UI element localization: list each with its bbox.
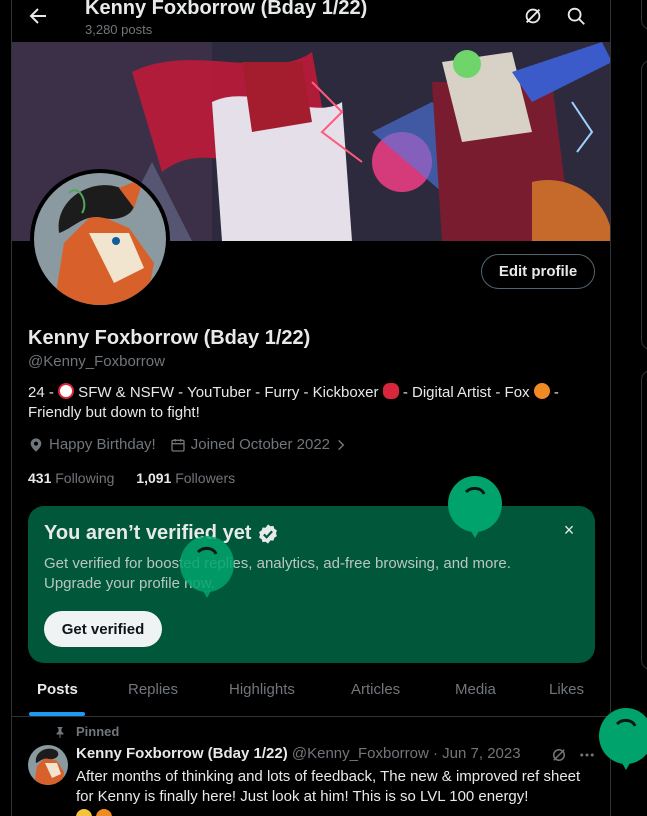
post-body: After months of thinking and lots of fee… — [76, 768, 581, 805]
tab-highlights[interactable]: Highlights — [229, 681, 295, 698]
handle: @Kenny_Foxborrow — [28, 353, 165, 370]
pin-icon — [56, 726, 64, 738]
post-header: Kenny Foxborrow (Bday 1/22) @Kenny_Foxbo… — [76, 745, 521, 762]
more-icon[interactable] — [578, 746, 596, 764]
birthday-balloon-icon — [180, 536, 234, 598]
bio-text-1: 24 - — [28, 384, 59, 401]
location-item: Happy Birthday! — [28, 436, 156, 453]
calendar-icon — [171, 438, 185, 452]
joined-text: Joined October 2022 — [190, 436, 330, 453]
followers-link[interactable]: 1,091 Followers — [136, 470, 235, 486]
grok-icon[interactable] — [550, 746, 568, 764]
followers-label: Followers — [175, 470, 236, 486]
profile-avatar[interactable] — [30, 169, 170, 309]
header-title: Kenny Foxborrow (Bday 1/22) — [85, 0, 368, 19]
sidebar-box-bottom — [641, 370, 647, 670]
tab-likes[interactable]: Likes — [549, 681, 584, 698]
location-text: Happy Birthday! — [49, 436, 156, 453]
boxing-glove-emoji-icon — [382, 383, 399, 399]
tab-articles[interactable]: Articles — [351, 681, 400, 698]
joined-item[interactable]: Joined October 2022 — [170, 436, 353, 453]
following-label: Following — [55, 470, 115, 486]
avatar-image — [34, 173, 166, 305]
post-text: After months of thinking and lots of fee… — [76, 767, 596, 816]
following-count: 431 — [28, 470, 52, 486]
search-icon[interactable] — [565, 5, 587, 27]
post-count: 3,280 posts — [85, 22, 153, 37]
smile-emoji-icon — [76, 809, 92, 816]
get-verified-button[interactable]: Get verified — [44, 611, 162, 647]
top-bar: Kenny Foxborrow (Bday 1/22) 3,280 posts — [12, 0, 610, 42]
profile-column: Kenny Foxborrow (Bday 1/22) 3,280 posts — [11, 0, 611, 816]
following-link[interactable]: 431 Following — [28, 470, 114, 486]
sidebar-box-top — [641, 0, 647, 30]
location-icon — [30, 437, 42, 452]
follow-stats: 431 Following 1,091 Followers — [28, 470, 253, 486]
sidebar-box-middle — [641, 60, 647, 350]
right-sidebar-edge — [641, 0, 647, 816]
grok-icon[interactable] — [522, 5, 544, 27]
followers-count: 1,091 — [136, 470, 172, 486]
close-icon[interactable]: × — [559, 520, 579, 540]
post-avatar[interactable] — [28, 745, 68, 785]
active-tab-indicator — [29, 712, 85, 716]
post-avatar-image — [28, 745, 68, 785]
edit-profile-button[interactable]: Edit profile — [481, 254, 595, 289]
tab-media[interactable]: Media — [455, 681, 496, 698]
verify-card: You aren’t verified yet Get verified for… — [28, 506, 595, 663]
birthday-balloon-icon — [448, 476, 502, 538]
tab-posts[interactable]: Posts — [37, 681, 78, 698]
verify-title-row: You aren’t verified yet — [44, 522, 279, 545]
pinned-label: Pinned — [76, 724, 120, 739]
post-author[interactable]: Kenny Foxborrow (Bday 1/22) — [76, 745, 288, 762]
bio: 24 - SFW & NSFW - YouTuber - Furry - Kic… — [28, 383, 598, 423]
birthday-balloon-icon — [599, 708, 647, 770]
display-name: Kenny Foxborrow (Bday 1/22) — [28, 327, 311, 349]
post-actions — [550, 746, 596, 764]
eighteen-emoji-icon — [58, 383, 75, 399]
profile-meta: Happy Birthday! Joined October 2022 — [28, 436, 367, 453]
verified-badge-icon — [259, 523, 278, 544]
fox-emoji-icon — [96, 809, 113, 816]
chevron-right-icon — [338, 439, 345, 450]
bio-text-3: - Digital Artist - Fox — [398, 384, 534, 401]
back-arrow-icon[interactable] — [26, 4, 50, 28]
bio-text-2: SFW & NSFW - YouTuber - Furry - Kickboxe… — [74, 384, 383, 401]
fox-emoji-icon — [533, 383, 550, 399]
pinned-label-row: Pinned — [54, 724, 119, 739]
profile-tabs: Posts Replies Highlights Articles Media … — [12, 666, 610, 717]
tab-replies[interactable]: Replies — [128, 681, 178, 698]
post-meta: @Kenny_Foxborrow · Jun 7, 2023 — [291, 745, 521, 762]
verify-text: Get verified for boosted replies, analyt… — [44, 555, 511, 592]
